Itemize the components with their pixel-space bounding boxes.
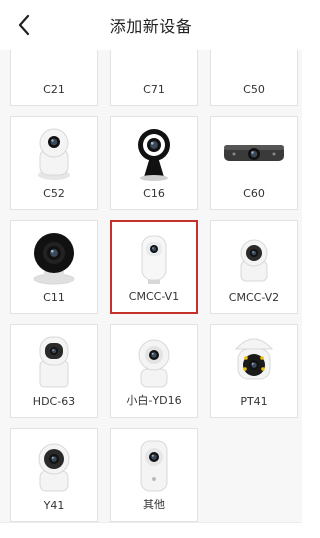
camera-c52-icon — [11, 123, 97, 183]
device-card-c11[interactable]: C11 — [10, 220, 98, 314]
device-card-label: PT41 — [240, 395, 268, 408]
add-device-screen: 添加新设备 C21 C71 C50 C52 C16 C60 C11 CMCC-V… — [0, 0, 302, 538]
device-card-yd16[interactable]: 小白-YD16 — [110, 324, 198, 418]
camera-other-icon — [111, 435, 197, 495]
page-title: 添加新设备 — [109, 17, 193, 36]
camera-y41-icon — [11, 435, 97, 495]
camera-cmcc-v1-icon — [112, 228, 196, 288]
camera-c60-icon — [211, 123, 297, 183]
device-card-label: C11 — [43, 291, 65, 304]
device-card-cmcc-v1[interactable]: CMCC-V1 — [110, 220, 198, 314]
camera-c16-icon — [111, 123, 197, 183]
device-card-hdc-63[interactable]: HDC-63 — [10, 324, 98, 418]
camera-c50-icon — [211, 50, 297, 79]
device-card-c60[interactable]: C60 — [210, 116, 298, 210]
device-card-c21[interactable]: C21 — [10, 50, 98, 106]
device-card-label: C16 — [143, 187, 165, 200]
device-card-c16[interactable]: C16 — [110, 116, 198, 210]
camera-c71-icon — [111, 50, 197, 79]
device-card-label: 其他 — [143, 498, 165, 511]
camera-c21-icon — [11, 50, 97, 79]
device-card-y41[interactable]: Y41 — [10, 428, 98, 522]
device-card-c52[interactable]: C52 — [10, 116, 98, 210]
device-card-item-13[interactable]: 其他 — [110, 428, 198, 522]
device-card-label: CMCC-V2 — [228, 291, 280, 304]
device-card-c50[interactable]: C50 — [210, 50, 298, 106]
device-grid-viewport[interactable]: C21 C71 C50 C52 C16 C60 C11 CMCC-V1 CMCC… — [0, 50, 302, 522]
device-card-label: C60 — [243, 187, 265, 200]
bottom-bar — [0, 522, 302, 538]
device-card-label: HDC-63 — [32, 395, 76, 408]
device-card-label: C52 — [43, 187, 65, 200]
device-card-label: C50 — [243, 83, 265, 96]
device-card-label: CMCC-V1 — [128, 290, 180, 303]
camera-pt41-icon — [211, 331, 297, 391]
device-card-c71[interactable]: C71 — [110, 50, 198, 106]
device-card-label: C71 — [143, 83, 165, 96]
device-card-label: 小白-YD16 — [126, 394, 182, 407]
camera-cmcc-v2-icon — [211, 227, 297, 287]
device-card-label: C21 — [43, 83, 65, 96]
header: 添加新设备 — [0, 0, 302, 50]
camera-hdc-63-icon — [11, 331, 97, 391]
device-card-label: Y41 — [43, 499, 65, 512]
device-card-pt41[interactable]: PT41 — [210, 324, 298, 418]
camera-c11-icon — [11, 227, 97, 287]
camera-yd16-icon — [111, 331, 197, 391]
device-card-cmcc-v2[interactable]: CMCC-V2 — [210, 220, 298, 314]
